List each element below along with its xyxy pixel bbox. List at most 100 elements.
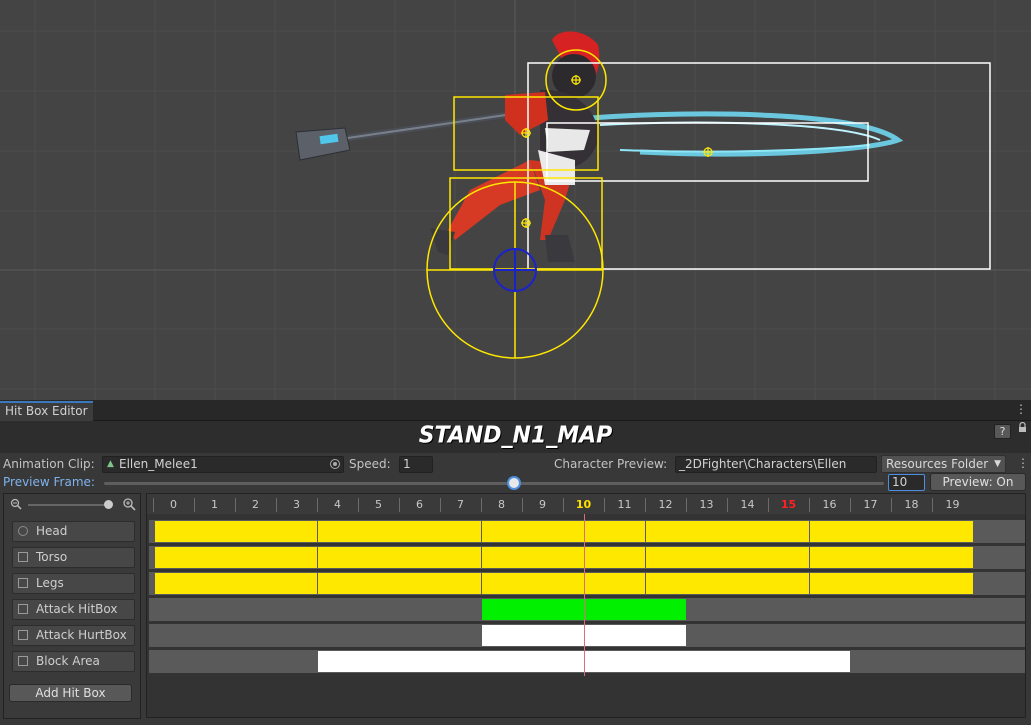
frame-number-6[interactable]: 6 (405, 498, 435, 511)
keyframe-segment[interactable] (482, 547, 645, 568)
track-legs[interactable] (149, 572, 1025, 595)
frame-tick (891, 498, 892, 512)
animation-clip-label: Animation Clip: (3, 457, 95, 471)
frame-number-9[interactable]: 9 (528, 498, 558, 511)
layer-legs[interactable]: Legs (12, 573, 135, 594)
frame-tick (276, 498, 277, 512)
keyframe-segment[interactable] (318, 573, 481, 594)
speed-label: Speed: (349, 457, 391, 471)
keyframe-segment[interactable] (482, 521, 645, 542)
frame-number-17[interactable]: 17 (856, 498, 886, 511)
track-attack-hitbox[interactable] (149, 598, 1025, 621)
keyframe-segment[interactable] (810, 521, 973, 542)
frame-tick (604, 498, 605, 512)
keyframe-segment[interactable] (646, 547, 809, 568)
frame-number-12[interactable]: 12 (651, 498, 681, 511)
frame-tick (440, 498, 441, 512)
preview-toggle-button[interactable]: Preview: On (930, 473, 1026, 491)
zoom-in-icon[interactable] (122, 497, 136, 511)
frame-number-15[interactable]: 15 (774, 498, 804, 511)
zoom-slider-thumb[interactable] (104, 500, 113, 509)
frame-number-10[interactable]: 10 (569, 498, 599, 511)
frame-tick (399, 498, 400, 512)
keyframe-segment[interactable] (318, 521, 481, 542)
frame-number-5[interactable]: 5 (364, 498, 394, 511)
help-button[interactable]: ? (994, 424, 1011, 439)
character-preview-label: Character Preview: (554, 457, 668, 471)
layer-block-area[interactable]: Block Area (12, 651, 135, 672)
zoom-slider[interactable] (28, 500, 113, 509)
frame-number-8[interactable]: 8 (487, 498, 517, 511)
zoom-out-icon[interactable] (10, 498, 22, 510)
animation-clip-value: Ellen_Melee1 (119, 457, 198, 471)
layer-block-area-label: Block Area (36, 654, 100, 668)
frame-ruler[interactable]: 0 1 2 3 4 5 6 7 8 9 10 11 12 13 14 15 16 17 18 19 (147, 494, 1025, 514)
keyframe-segment[interactable] (155, 573, 317, 594)
frame-number-13[interactable]: 13 (692, 498, 722, 511)
tab-hitbox-editor[interactable]: Hit Box Editor (0, 401, 93, 421)
frame-number-18[interactable]: 18 (897, 498, 927, 511)
frame-number-1[interactable]: 1 (200, 498, 230, 511)
layer-attack-hitbox[interactable]: Attack HitBox (12, 599, 135, 620)
resources-folder-value: Resources Folder (886, 457, 989, 471)
frame-number-7[interactable]: 7 (446, 498, 476, 511)
preview-frame-slider[interactable] (104, 476, 884, 490)
frame-tick (358, 498, 359, 512)
layer-torso-checkbox[interactable] (18, 552, 28, 562)
layer-panel: Head Torso Legs Attack HitBox Attack Hur… (3, 493, 141, 719)
scene-view[interactable] (0, 0, 1031, 400)
layer-head-radio[interactable] (18, 526, 28, 536)
animation-clip-field[interactable]: ▲ Ellen_Melee1 (102, 456, 344, 473)
frame-tick (235, 498, 236, 512)
hitbox-editor-window: Hit Box Editor ⋮ STAND_N1_MAP ? Animatio… (0, 400, 1031, 725)
frame-number-11[interactable]: 11 (610, 498, 640, 511)
frame-tick (194, 498, 195, 512)
editor-kebab-icon[interactable]: ⋮ (1017, 457, 1029, 469)
current-frame-cursor[interactable] (583, 514, 585, 676)
frame-tick (522, 498, 523, 512)
frame-number-4[interactable]: 4 (323, 498, 353, 511)
track-block-area[interactable] (149, 650, 1025, 673)
frame-number-0[interactable]: 0 (159, 498, 189, 511)
frame-tick (768, 498, 769, 512)
keyframe-segment[interactable] (155, 547, 317, 568)
kebab-menu-icon[interactable]: ⋮ (1015, 403, 1027, 415)
layer-block-area-checkbox[interactable] (18, 656, 28, 666)
layer-torso[interactable]: Torso (12, 547, 135, 568)
preview-frame-field[interactable]: 10 (888, 474, 925, 491)
add-hit-box-button[interactable]: Add Hit Box (9, 684, 132, 702)
layer-attack-hurtbox[interactable]: Attack HurtBox (12, 625, 135, 646)
frame-number-2[interactable]: 2 (241, 498, 271, 511)
keyframe-segment[interactable] (155, 521, 317, 542)
layer-attack-hitbox-checkbox[interactable] (18, 604, 28, 614)
speed-field[interactable]: 1 (399, 456, 433, 473)
layer-attack-hurtbox-checkbox[interactable] (18, 630, 28, 640)
layer-head[interactable]: Head (12, 521, 135, 542)
frame-number-3[interactable]: 3 (282, 498, 312, 511)
frame-number-16[interactable]: 16 (815, 498, 845, 511)
slash-effect (589, 111, 904, 157)
keyframe-segment[interactable] (482, 573, 645, 594)
keyframe-segment[interactable] (646, 573, 809, 594)
lock-icon[interactable] (1018, 422, 1027, 433)
keyframe-segment[interactable] (646, 521, 809, 542)
frame-tick (645, 498, 646, 512)
keyframe-segment[interactable] (810, 573, 973, 594)
layer-legs-checkbox[interactable] (18, 578, 28, 588)
frame-tick (481, 498, 482, 512)
staff-weapon (295, 107, 541, 161)
keyframe-segment[interactable] (810, 547, 973, 568)
character-preview-field[interactable]: _2DFighter\Characters\Ellen (675, 456, 877, 473)
keyframe-segment[interactable] (318, 547, 481, 568)
layer-head-label: Head (36, 524, 68, 538)
object-picker-icon[interactable] (330, 459, 340, 469)
track-head[interactable] (149, 520, 1025, 543)
scene-canvas[interactable] (0, 0, 1031, 400)
resources-folder-dropdown[interactable]: Resources Folder ▼ (881, 455, 1006, 473)
frame-number-14[interactable]: 14 (733, 498, 763, 511)
frame-number-19[interactable]: 19 (938, 498, 968, 511)
track-torso[interactable] (149, 546, 1025, 569)
frame-timeline[interactable]: 0 1 2 3 4 5 6 7 8 9 10 11 12 13 14 15 16 17 18 19 (146, 493, 1026, 718)
track-attack-hurtbox[interactable] (149, 624, 1025, 647)
preview-frame-slider-thumb[interactable] (507, 476, 521, 490)
